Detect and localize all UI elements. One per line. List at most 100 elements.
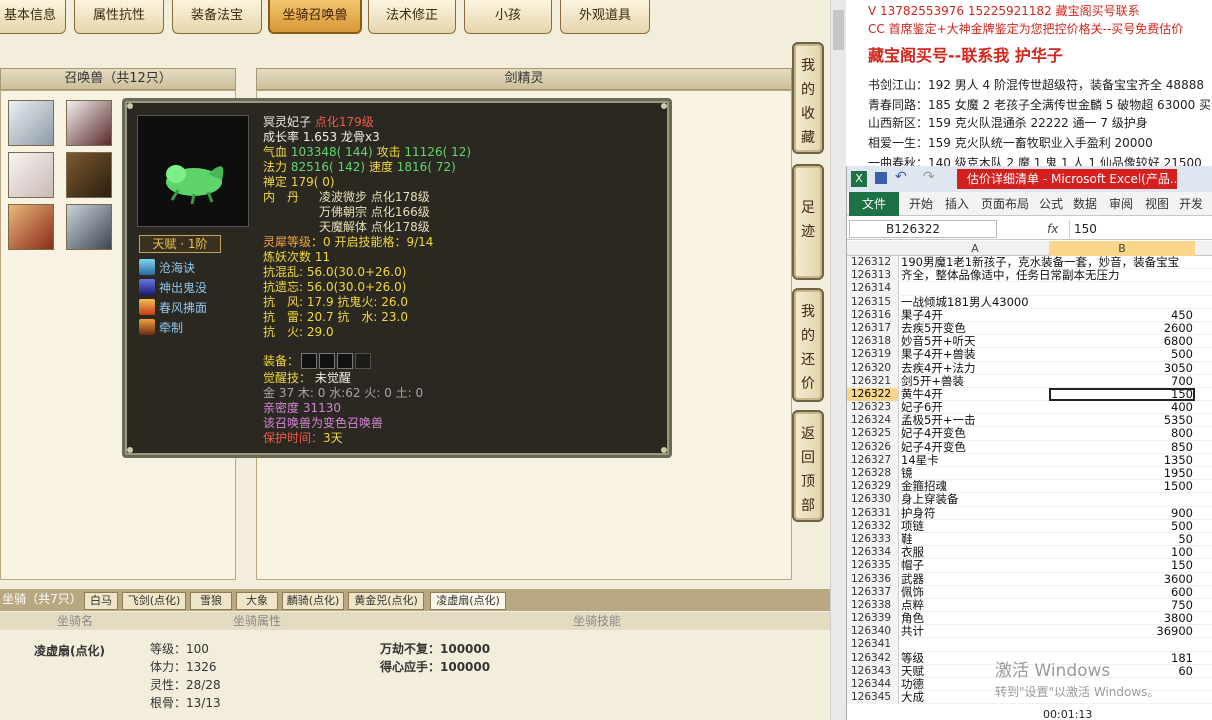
cell-a[interactable]: 角色 <box>901 612 1049 625</box>
mount-tab[interactable]: 黄金兕(点化) <box>348 592 424 610</box>
sheet-row[interactable]: 126314 <box>847 282 1212 296</box>
sheet-row[interactable]: 126321 剑5开+兽装 700 <box>847 374 1212 388</box>
tab-appearance[interactable]: 外观道具 <box>560 0 650 34</box>
row-number[interactable]: 126342 <box>847 651 899 665</box>
mount-tab[interactable]: 麟骑(点化) <box>282 592 344 610</box>
cell-a[interactable]: 果子4开+兽装 <box>901 348 1049 361</box>
sheet-row[interactable]: 126337 佩饰 600 <box>847 585 1212 599</box>
cell-b[interactable]: 50 <box>1049 532 1195 546</box>
tab-basic-info[interactable]: 基本信息 <box>0 0 66 34</box>
mount-tab[interactable]: 大象 <box>236 592 278 610</box>
cell-a[interactable]: 孟极5开+一击 <box>901 414 1049 427</box>
cell-b[interactable]: 3050 <box>1049 361 1195 375</box>
column-b-header[interactable]: B <box>1049 241 1195 256</box>
sheet-row[interactable]: 126325 妃子4开变色 800 <box>847 427 1212 441</box>
ribbon-tab[interactable]: 页面布局 <box>981 192 1029 216</box>
save-icon[interactable] <box>875 172 887 184</box>
cell-b[interactable]: 800 <box>1049 427 1195 440</box>
summon-avatar[interactable] <box>8 152 54 198</box>
scrollbar-thumb[interactable] <box>833 10 844 50</box>
cell-a[interactable]: 佩饰 <box>901 585 1049 599</box>
row-number[interactable]: 126323 <box>847 401 899 415</box>
undo-icon[interactable]: ↶ <box>895 169 907 185</box>
cell-b[interactable]: 36900 <box>1049 625 1195 638</box>
cell-b[interactable]: 500 <box>1049 519 1195 533</box>
cell-b[interactable]: 450 <box>1049 308 1195 322</box>
cell-b[interactable]: 150 <box>1049 387 1195 401</box>
row-number[interactable]: 126327 <box>847 453 899 467</box>
row-number[interactable]: 126343 <box>847 664 899 678</box>
cell-a[interactable]: 齐全，整体品像适中，任务日常副本无压力 <box>901 269 1120 282</box>
equip-slot-icon[interactable] <box>319 353 336 369</box>
name-box[interactable]: B126322 <box>849 220 997 238</box>
sheet-row[interactable]: 126340 共计 36900 <box>847 625 1212 639</box>
cell-a[interactable]: 衣服 <box>901 546 1049 559</box>
equip-slot-icon[interactable] <box>301 353 318 369</box>
cell-b[interactable]: 850 <box>1049 440 1195 454</box>
sheet-row[interactable]: 126326 妃子4开变色 850 <box>847 440 1212 454</box>
cell-a[interactable]: 190男魔1老1新孩子，克水装备一套，妙音，装备宝宝 <box>901 256 1179 269</box>
row-number[interactable]: 126322 <box>847 387 899 401</box>
row-number[interactable]: 126333 <box>847 532 899 546</box>
footprint-button[interactable]: 足迹 <box>792 164 824 280</box>
row-number[interactable]: 126316 <box>847 308 899 322</box>
row-number[interactable]: 126315 <box>847 295 899 309</box>
cell-b[interactable]: 400 <box>1049 401 1195 414</box>
cell-a[interactable]: 剑5开+兽装 <box>901 374 1049 388</box>
sheet-row[interactable]: 126330 身上穿装备 <box>847 493 1212 507</box>
row-number[interactable]: 126340 <box>847 625 899 639</box>
cell-b[interactable]: 1950 <box>1049 467 1195 480</box>
sheet-grid[interactable]: 126312 190男魔1老1新孩子，克水装备一套，妙音，装备宝宝 126313 齐全… <box>847 256 1212 705</box>
mount-tab-active[interactable]: 凌虚扇(点化) <box>430 592 506 610</box>
ribbon-tab[interactable]: 插入 <box>945 192 969 216</box>
row-number[interactable]: 126320 <box>847 361 899 375</box>
summon-avatar[interactable] <box>66 100 112 146</box>
mount-tab[interactable]: 飞剑(点化) <box>122 592 186 610</box>
my-favorites-button[interactable]: 我的收藏 <box>792 42 824 154</box>
sheet-row[interactable]: 126336 武器 3600 <box>847 572 1212 586</box>
cell-b[interactable]: 750 <box>1049 598 1195 612</box>
row-number[interactable]: 126321 <box>847 374 899 388</box>
sheet-row[interactable]: 126341 <box>847 638 1212 652</box>
ribbon-tab[interactable]: 公式 <box>1039 192 1063 216</box>
equip-slot-icon[interactable] <box>337 353 354 369</box>
sheet-row[interactable]: 126319 果子4开+兽装 500 <box>847 348 1212 362</box>
row-number[interactable]: 126317 <box>847 321 899 335</box>
cell-a[interactable]: 妙音5开+听天 <box>901 335 1049 348</box>
cell-a[interactable]: 武器 <box>901 572 1049 586</box>
tab-attribute-resist[interactable]: 属性抗性 <box>74 0 164 34</box>
sheet-row[interactable]: 126331 护身符 900 <box>847 506 1212 520</box>
cell-b[interactable]: 100 <box>1049 546 1195 559</box>
tab-spell-correction[interactable]: 法术修正 <box>368 0 456 34</box>
cell-b[interactable]: 900 <box>1049 506 1195 520</box>
my-counteroffer-button[interactable]: 我的还价 <box>792 288 824 402</box>
file-tab[interactable]: 文件 <box>849 192 899 216</box>
cell-a[interactable]: 点粹 <box>901 598 1049 612</box>
row-number[interactable]: 126312 <box>847 256 899 269</box>
row-number[interactable]: 126330 <box>847 493 899 507</box>
cell-a[interactable]: 共计 <box>901 625 1049 638</box>
row-number[interactable]: 126313 <box>847 269 899 283</box>
cell-b[interactable]: 2600 <box>1049 321 1195 335</box>
column-a-header[interactable]: A <box>901 241 1049 256</box>
summon-avatar[interactable] <box>66 204 112 250</box>
summon-avatar[interactable] <box>8 204 54 250</box>
cell-b[interactable]: 1500 <box>1049 480 1195 493</box>
row-number[interactable]: 126329 <box>847 480 899 494</box>
cell-a[interactable]: 项链 <box>901 519 1049 533</box>
row-number[interactable]: 126319 <box>847 348 899 362</box>
redo-icon[interactable]: ↷ <box>923 169 935 185</box>
cell-b[interactable]: 6800 <box>1049 335 1195 348</box>
cell-a[interactable]: 护身符 <box>901 506 1049 520</box>
cell-a[interactable]: 果子4开 <box>901 308 1049 322</box>
cell-a[interactable]: 帽子 <box>901 559 1049 572</box>
row-number[interactable]: 126334 <box>847 546 899 560</box>
cell-a[interactable]: 镜 <box>901 467 1049 480</box>
skill-item[interactable]: 春风拂面 <box>139 299 207 317</box>
sheet-row[interactable]: 126320 去疾4开+法力 3050 <box>847 361 1212 375</box>
row-number[interactable]: 126345 <box>847 691 899 705</box>
row-number[interactable]: 126325 <box>847 427 899 441</box>
row-number[interactable]: 126331 <box>847 506 899 520</box>
cell-a[interactable]: 金箍招魂 <box>901 480 1049 493</box>
cell-b[interactable]: 1350 <box>1049 453 1195 467</box>
